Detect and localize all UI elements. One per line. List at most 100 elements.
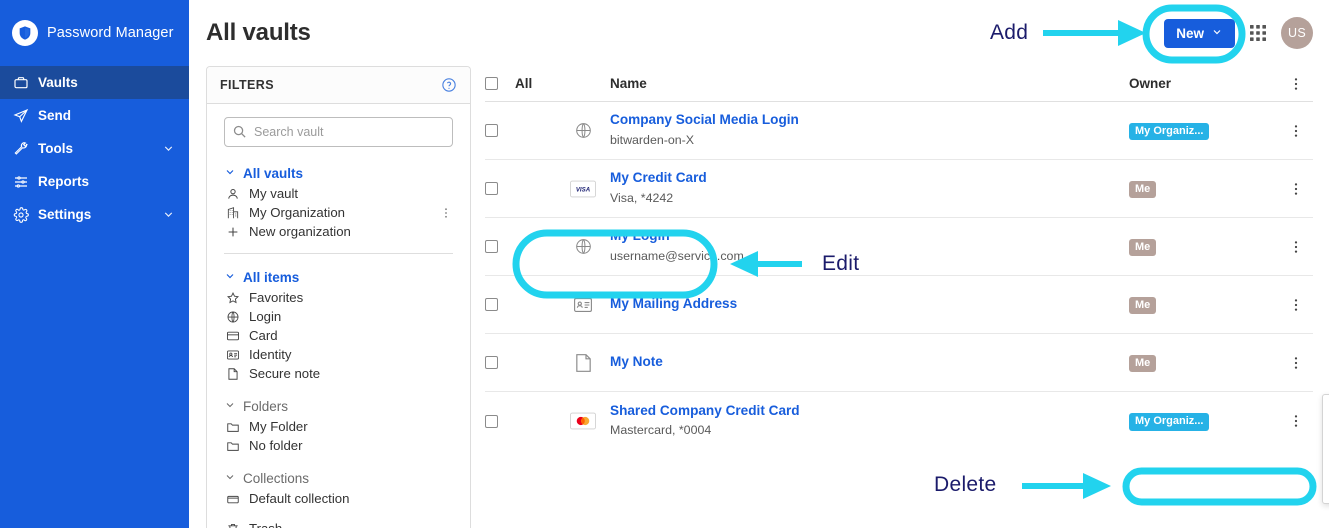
row-my-login[interactable]: My Login username@service.com Me bbox=[485, 218, 1313, 276]
row-checkbox[interactable] bbox=[485, 240, 498, 253]
vertical-dots-icon[interactable] bbox=[1287, 412, 1305, 430]
item-name-link[interactable]: Shared Company Credit Card bbox=[610, 402, 1129, 420]
vault-items-table: All Name Owner Company Social Media Logi… bbox=[471, 66, 1329, 528]
filter-item-label: My Organization bbox=[249, 205, 346, 220]
filters-spacer bbox=[224, 508, 453, 519]
row-name-cell: My Credit Card Visa, *4242 bbox=[610, 169, 1129, 207]
filter-item-new-organization[interactable]: New organization bbox=[224, 222, 453, 241]
row-checkbox[interactable] bbox=[485, 298, 498, 311]
row-menu-button-my-note[interactable] bbox=[1287, 354, 1305, 372]
item-name-link[interactable]: My Note bbox=[610, 353, 1129, 371]
vertical-dots-icon[interactable] bbox=[1287, 296, 1305, 314]
help-circle-icon[interactable] bbox=[441, 77, 457, 93]
chevron-down-icon bbox=[224, 399, 236, 414]
wrench-icon bbox=[13, 141, 29, 157]
vertical-dots-icon[interactable] bbox=[1287, 238, 1305, 256]
filter-group-folders[interactable]: Folders bbox=[224, 396, 453, 417]
item-name-link[interactable]: Company Social Media Login bbox=[610, 111, 1129, 129]
brand-name: Password Manager bbox=[47, 25, 174, 41]
card-icon bbox=[225, 328, 240, 343]
filter-group-all-vaults[interactable]: All vaults bbox=[224, 163, 453, 184]
filter-group-collections[interactable]: Collections bbox=[224, 468, 453, 489]
table-row[interactable]: My Note Me bbox=[485, 334, 1313, 392]
sidebar-item-send[interactable]: Send bbox=[0, 99, 189, 132]
table-header-menu-cell bbox=[1279, 75, 1313, 93]
filter-item-identity[interactable]: Identity bbox=[224, 345, 453, 364]
sidebar-item-tools[interactable]: Tools bbox=[0, 132, 189, 165]
vertical-dots-icon[interactable] bbox=[1287, 180, 1305, 198]
globe-icon bbox=[570, 237, 596, 256]
svg-text:VISA: VISA bbox=[576, 186, 590, 193]
vertical-dots-icon[interactable] bbox=[1287, 122, 1305, 140]
note-icon bbox=[225, 366, 240, 381]
table-row[interactable]: Shared Company Credit Card Mastercard, *… bbox=[485, 392, 1313, 450]
send-icon bbox=[13, 108, 29, 124]
filter-item-label: New organization bbox=[249, 224, 351, 239]
vertical-dots-icon[interactable] bbox=[439, 206, 453, 220]
select-all-checkbox-cell bbox=[485, 77, 515, 90]
chevron-down-icon bbox=[224, 471, 236, 486]
row-checkbox[interactable] bbox=[485, 124, 498, 137]
avatar[interactable]: US bbox=[1281, 17, 1313, 49]
filter-item-my-organization[interactable]: My Organization bbox=[224, 203, 453, 222]
menu-item-move-to-organization[interactable]: Move to organization bbox=[1323, 449, 1329, 474]
sidebar-item-reports[interactable]: Reports bbox=[0, 165, 189, 198]
filter-item-trash[interactable]: Trash bbox=[224, 519, 453, 528]
filter-item-login[interactable]: Login bbox=[224, 307, 453, 326]
menu-delete[interactable]: Delete bbox=[1323, 474, 1329, 499]
menu-item-clone[interactable]: Clone bbox=[1323, 424, 1329, 449]
sidebar-item-settings[interactable]: Settings bbox=[0, 198, 189, 231]
row-name-cell: My Mailing Address bbox=[610, 295, 1129, 313]
row-checkbox[interactable] bbox=[485, 414, 498, 428]
filter-group-label: All vaults bbox=[243, 166, 304, 181]
filter-item-favorites[interactable]: Favorites bbox=[224, 288, 453, 307]
filter-item-label: Identity bbox=[249, 347, 292, 362]
table-row[interactable]: VISA My Credit Card Visa, *4242 Me bbox=[485, 160, 1313, 218]
content-area: FILTERS Search vault All vaults My vault… bbox=[189, 66, 1329, 528]
table-row[interactable]: Company Social Media Login bitwarden-on-… bbox=[485, 102, 1313, 160]
owner-badge: Me bbox=[1129, 238, 1157, 257]
filter-group-all-items[interactable]: All items bbox=[224, 267, 453, 288]
filters-spacer bbox=[224, 383, 453, 394]
filter-group-label: All items bbox=[243, 270, 300, 285]
filters-header: FILTERS bbox=[207, 67, 470, 104]
owner-badge: Me bbox=[1129, 296, 1157, 315]
row-menu-cell bbox=[1279, 354, 1313, 372]
collection-icon bbox=[225, 491, 240, 506]
row-icon-cell bbox=[570, 295, 610, 314]
table-row[interactable]: My Mailing Address Me bbox=[485, 276, 1313, 334]
new-button-label: New bbox=[1176, 25, 1204, 41]
filter-item-my-folder[interactable]: My Folder bbox=[224, 417, 453, 436]
item-name-link[interactable]: My Login bbox=[610, 227, 1129, 245]
row-owner-cell: My Organiz... bbox=[1129, 121, 1279, 141]
row-checkbox-cell bbox=[485, 124, 515, 137]
row-menu-cell bbox=[1279, 296, 1313, 314]
menu-item-attachments[interactable]: Attachments bbox=[1323, 399, 1329, 424]
new-button[interactable]: New bbox=[1164, 18, 1235, 48]
filter-item-card[interactable]: Card bbox=[224, 326, 453, 345]
row-menu-cell bbox=[1279, 122, 1313, 140]
avatar-initials: US bbox=[1288, 26, 1306, 40]
filter-group-label: Folders bbox=[243, 399, 289, 414]
filters-body: All vaults My vault My Organization bbox=[207, 104, 470, 528]
row-checkbox[interactable] bbox=[485, 182, 498, 195]
filter-item-secure-note[interactable]: Secure note bbox=[224, 364, 453, 383]
vertical-dots-icon[interactable] bbox=[1287, 75, 1305, 93]
filter-item-default-collection[interactable]: Default collection bbox=[224, 489, 453, 508]
brand: Password Manager bbox=[0, 0, 189, 66]
item-name-link[interactable]: My Mailing Address bbox=[610, 295, 1129, 313]
sidebar-item-vaults[interactable]: Vaults bbox=[0, 66, 189, 99]
search-input[interactable] bbox=[224, 117, 453, 147]
item-name-link[interactable]: My Credit Card bbox=[610, 169, 1129, 187]
row-name-cell: My Login username@service.com bbox=[610, 227, 1129, 265]
app-grid-icon[interactable] bbox=[1249, 24, 1267, 42]
chevron-down-icon bbox=[162, 142, 175, 155]
filter-item-my-vault[interactable]: My vault bbox=[224, 184, 453, 203]
select-all-checkbox[interactable] bbox=[485, 77, 498, 90]
filter-group-label: Collections bbox=[243, 471, 310, 486]
row-checkbox[interactable] bbox=[485, 356, 498, 369]
row-menu-cell bbox=[1279, 180, 1313, 198]
column-header-owner: Owner bbox=[1129, 76, 1172, 91]
filter-item-no-folder[interactable]: No folder bbox=[224, 436, 453, 455]
star-icon bbox=[225, 290, 240, 305]
